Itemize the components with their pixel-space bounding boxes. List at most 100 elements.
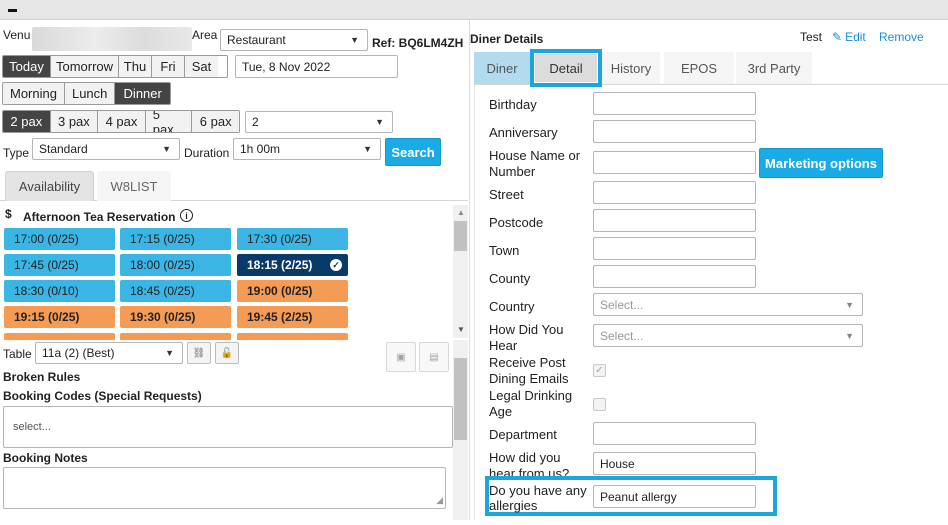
section-title: Afternoon Tea Reservation xyxy=(23,210,176,224)
house-name-input[interactable] xyxy=(593,151,756,174)
scroll-thumb[interactable] xyxy=(454,221,467,251)
duration-label: Duration xyxy=(184,146,230,160)
chevron-down-icon: ▼ xyxy=(845,299,854,310)
allergies-input[interactable]: Peanut allergy xyxy=(593,485,756,508)
meal-lunch-button[interactable]: Lunch xyxy=(64,83,116,104)
tab-w8list[interactable]: W8LIST xyxy=(97,171,171,201)
search-button[interactable]: Search xyxy=(385,138,441,166)
chevron-down-icon: ▼ xyxy=(165,348,174,358)
country-select-value: Select... xyxy=(600,297,644,312)
chevron-down-icon: ▼ xyxy=(845,330,854,341)
scroll-up-icon[interactable]: ▲ xyxy=(457,208,465,217)
resize-handle-icon[interactable]: ◢ xyxy=(436,495,443,506)
booking-codes-input[interactable]: select... xyxy=(3,406,453,448)
birthday-label: Birthday xyxy=(489,97,537,112)
hear-from-us-input[interactable]: House xyxy=(593,452,756,475)
edit-icon: ✎ xyxy=(832,30,843,44)
meal-selector: Morning Lunch Dinner xyxy=(2,82,171,105)
slot-1745[interactable]: 17:45 (0/25) xyxy=(4,254,115,276)
slot-1815-selected[interactable]: 18:15 (2/25) ✓ xyxy=(237,254,348,276)
town-input[interactable] xyxy=(593,237,756,260)
slot-partial xyxy=(4,333,115,340)
slot-1800[interactable]: 18:00 (0/25) xyxy=(120,254,231,276)
broken-rules-heading: Broken Rules xyxy=(3,370,81,384)
street-input[interactable] xyxy=(593,181,756,204)
country-select[interactable]: Select... ▼ xyxy=(593,293,863,316)
clipboard-icon[interactable]: ▣ xyxy=(386,342,416,372)
slot-1945[interactable]: 19:45 (2/25) xyxy=(237,306,348,328)
booking-notes-textarea[interactable]: ◢ xyxy=(3,467,446,509)
meal-morning-button[interactable]: Morning xyxy=(3,83,65,104)
type-select[interactable]: Standard ▼ xyxy=(32,138,180,160)
anniversary-label: Anniversary xyxy=(489,125,558,140)
table-select-value: 11a (2) (Best) xyxy=(42,346,115,360)
anniversary-input[interactable] xyxy=(593,120,756,143)
receive-post-checkbox[interactable]: ✓ xyxy=(593,364,606,377)
slot-1900[interactable]: 19:00 (0/25) xyxy=(237,280,348,302)
receive-post-label: Receive Post Dining Emails xyxy=(489,355,569,386)
tab-availability[interactable]: Availability xyxy=(5,171,94,201)
slot-1815-label: 18:15 (2/25) xyxy=(247,258,313,272)
day-selector: Today Tomorrow Thu Fri Sat xyxy=(2,55,228,78)
type-label: Type xyxy=(3,146,30,160)
legal-age-label: Legal Drinking Age xyxy=(489,388,573,419)
area-select[interactable]: Restaurant ▼ xyxy=(220,29,368,51)
county-input[interactable] xyxy=(593,265,756,288)
country-label: Country xyxy=(489,299,535,314)
slot-1915[interactable]: 19:15 (0/25) xyxy=(4,306,115,328)
day-today-button[interactable]: Today xyxy=(3,56,51,77)
legal-age-checkbox[interactable] xyxy=(593,398,606,411)
tab-detail[interactable]: Detail xyxy=(535,54,597,82)
duration-select[interactable]: 1h 00m ▼ xyxy=(233,138,381,160)
pax-6-button[interactable]: 6 pax xyxy=(192,111,239,132)
pax-3-button[interactable]: 3 pax xyxy=(50,111,99,132)
marketing-options-button[interactable]: Marketing options xyxy=(759,148,883,178)
area-select-value: Restaurant xyxy=(227,33,286,47)
how-did-you-hear-value: Select... xyxy=(600,328,644,343)
slot-scrollbar[interactable]: ▲ ▼ xyxy=(453,205,468,338)
form-scrollbar[interactable] xyxy=(453,340,468,520)
meal-dinner-button[interactable]: Dinner xyxy=(115,83,170,104)
minimize-icon[interactable] xyxy=(8,9,17,12)
pax-count-select[interactable]: 2 ▼ xyxy=(245,111,393,133)
date-input[interactable]: Tue, 8 Nov 2022 xyxy=(235,55,398,78)
scroll-down-icon[interactable]: ▼ xyxy=(457,325,465,334)
slot-1845[interactable]: 18:45 (0/25) xyxy=(120,280,231,302)
edit-link[interactable]: ✎ Edit xyxy=(832,30,866,44)
unlock-icon[interactable]: 🔓 xyxy=(215,342,239,364)
booking-ref: Ref: BQ6LM4ZH xyxy=(372,36,464,50)
slot-1930[interactable]: 19:30 (0/25) xyxy=(120,306,231,328)
pax-4-button[interactable]: 4 pax xyxy=(98,111,146,132)
day-fri-button[interactable]: Fri xyxy=(152,56,185,77)
pax-count-value: 2 xyxy=(252,115,259,129)
day-sat-button[interactable]: Sat xyxy=(185,56,218,77)
scroll-thumb[interactable] xyxy=(454,358,467,440)
notes-icon[interactable]: ▤ xyxy=(419,342,449,372)
department-input[interactable] xyxy=(593,422,756,445)
tab-diner[interactable]: Diner xyxy=(474,52,530,84)
how-did-you-hear-select[interactable]: Select... ▼ xyxy=(593,324,863,347)
table-label: Table xyxy=(3,347,32,361)
edit-label: Edit xyxy=(845,30,866,44)
remove-link[interactable]: Remove xyxy=(879,30,924,44)
day-tomorrow-button[interactable]: Tomorrow xyxy=(51,56,119,77)
day-thu-button[interactable]: Thu xyxy=(119,56,152,77)
link-icon[interactable]: ⛓ xyxy=(187,342,211,364)
info-icon[interactable]: i xyxy=(180,209,193,222)
panel-divider xyxy=(469,20,470,525)
postcode-input[interactable] xyxy=(593,209,756,232)
pax-2-button[interactable]: 2 pax xyxy=(3,111,51,132)
slot-1700[interactable]: 17:00 (0/25) xyxy=(4,228,115,250)
table-select[interactable]: 11a (2) (Best) ▼ xyxy=(35,342,183,364)
tab-history[interactable]: History xyxy=(602,52,660,84)
tab-epos[interactable]: EPOS xyxy=(664,52,734,84)
slot-1715[interactable]: 17:15 (0/25) xyxy=(120,228,231,250)
birthday-input[interactable] xyxy=(593,92,756,115)
slot-1830[interactable]: 18:30 (0/10) xyxy=(4,280,115,302)
check-circle-icon: ✓ xyxy=(330,259,342,271)
venue-value-redacted[interactable] xyxy=(32,27,192,51)
pax-5-button[interactable]: 5 pax xyxy=(145,111,193,132)
chevron-down-icon: ▼ xyxy=(350,35,359,45)
tab-3rd-party[interactable]: 3rd Party xyxy=(736,52,812,84)
slot-1730[interactable]: 17:30 (0/25) xyxy=(237,228,348,250)
